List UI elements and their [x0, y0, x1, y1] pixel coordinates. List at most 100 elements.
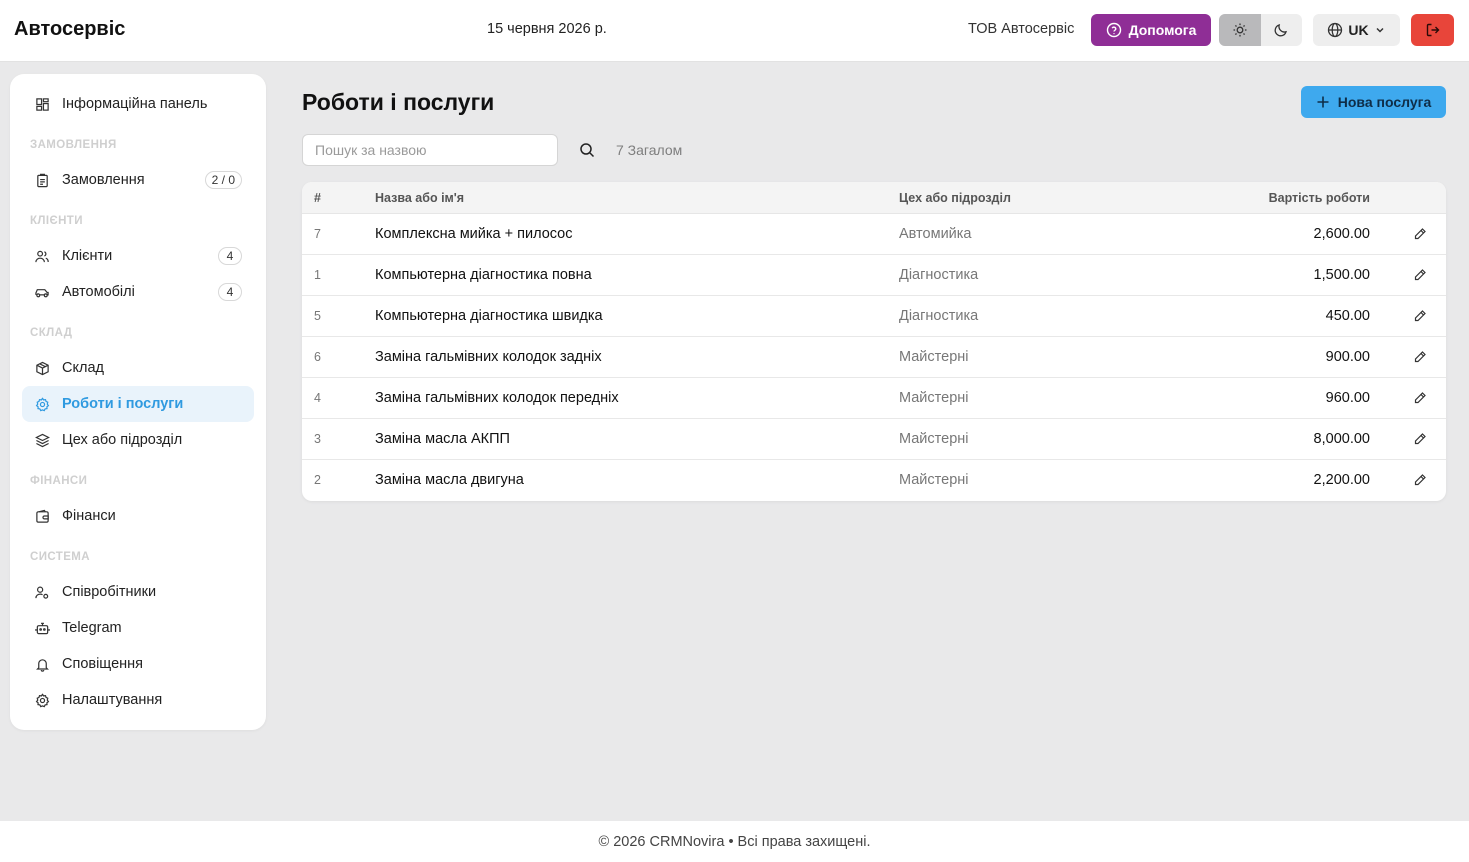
sidebar-item-label: Склад: [62, 360, 104, 376]
row-price: 2,200.00: [1313, 472, 1370, 488]
bell-icon: [34, 656, 50, 672]
row-department: Майстерні: [899, 349, 969, 365]
sidebar-item-notifications[interactable]: Сповіщення: [22, 646, 254, 682]
sidebar-item-orders[interactable]: Замовлення 2 / 0: [22, 162, 254, 198]
globe-icon: [1328, 22, 1343, 38]
sidebar-item-label: Цех або підрозділ: [62, 432, 183, 448]
row-name: Компьютерна діагностика швидка: [375, 308, 603, 324]
row-price: 900.00: [1325, 349, 1370, 365]
row-id: 3: [314, 432, 321, 446]
sidebar-item-cars[interactable]: Автомобілі 4: [22, 274, 254, 310]
sidebar-item-label: Інформаційна панель: [62, 96, 208, 112]
row-id: 7: [314, 227, 321, 241]
sidebar-item-label: Сповіщення: [62, 656, 144, 672]
plus-icon: [1317, 96, 1329, 108]
language-label: UK: [1348, 22, 1369, 38]
sidebar-item-settings[interactable]: Налаштування: [22, 682, 254, 718]
chevron-down-icon: [1376, 27, 1384, 33]
light-theme-button[interactable]: [1219, 14, 1261, 46]
dashboard-icon: [34, 96, 50, 112]
row-price: 1,500.00: [1313, 267, 1370, 283]
column-header-id[interactable]: #: [314, 191, 321, 205]
search-icon[interactable]: [579, 142, 595, 158]
layers-icon: [34, 432, 50, 448]
column-header-department[interactable]: Цех або підрозділ: [899, 191, 1011, 205]
bot-icon: [34, 620, 50, 636]
row-id: 6: [314, 350, 321, 364]
section-label-system: СИСТЕМА: [30, 551, 90, 563]
row-department: Майстерні: [899, 390, 969, 406]
edit-pencil-icon[interactable]: [1412, 267, 1428, 283]
cars-count-badge: 4: [218, 283, 242, 301]
row-department: Автомийка: [899, 226, 972, 242]
row-id: 4: [314, 391, 321, 405]
box-icon: [34, 360, 50, 376]
sidebar-item-warehouse[interactable]: Склад: [22, 350, 254, 386]
table-row[interactable]: 6 Заміна гальмівних колодок задніх Майстер…: [302, 337, 1446, 378]
edit-pencil-icon[interactable]: [1412, 226, 1428, 242]
edit-pencil-icon[interactable]: [1412, 431, 1428, 447]
sidebar-item-departments[interactable]: Цех або підрозділ: [22, 422, 254, 458]
sidebar-item-label: Фінанси: [62, 508, 116, 524]
sidebar-item-label: Замовлення: [62, 172, 145, 188]
sidebar-item-telegram[interactable]: Telegram: [22, 610, 254, 646]
column-header-price[interactable]: Вартість роботи: [1269, 191, 1370, 205]
sun-icon: [1233, 23, 1247, 37]
row-name: Компьютерна діагностика повна: [375, 267, 592, 283]
table-row[interactable]: 3 Заміна масла АКПП Майстерні 8,000.00: [302, 419, 1446, 460]
car-icon: [34, 284, 50, 300]
row-department: Діагностика: [899, 267, 979, 283]
sidebar-item-label: Налаштування: [62, 692, 163, 708]
sidebar-item-dashboard[interactable]: Інформаційна панель: [22, 86, 254, 122]
dark-theme-button[interactable]: [1261, 14, 1303, 46]
row-name: Заміна гальмівних колодок задніх: [375, 349, 602, 365]
edit-pencil-icon[interactable]: [1412, 390, 1428, 406]
new-service-button[interactable]: Нова послуга: [1301, 86, 1446, 118]
sidebar-item-label: Співробітники: [62, 584, 157, 600]
sidebar-item-finance[interactable]: Фінанси: [22, 498, 254, 534]
new-service-label: Нова послуга: [1337, 94, 1432, 110]
sidebar-item-services[interactable]: Роботи і послуги: [22, 386, 254, 422]
sidebar: Інформаційна панель ЗАМОВЛЕННЯ Замовленн…: [10, 74, 266, 730]
edit-pencil-icon[interactable]: [1412, 472, 1428, 488]
help-icon: [1106, 22, 1121, 38]
brand-title[interactable]: Автосервіс: [14, 18, 125, 41]
users-icon: [34, 248, 50, 264]
clipboard-icon: [34, 172, 50, 188]
table-row[interactable]: 2 Заміна масла двигуна Майстерні 2,200.00: [302, 460, 1446, 501]
row-name: Заміна масла двигуна: [375, 472, 524, 488]
language-selector[interactable]: UK: [1313, 14, 1400, 46]
edit-pencil-icon[interactable]: [1412, 308, 1428, 324]
help-button[interactable]: Допомога: [1091, 14, 1211, 46]
help-label: Допомога: [1128, 22, 1197, 38]
services-table: # Назва або ім'я Цех або підрозділ Варті…: [302, 182, 1446, 501]
row-department: Діагностика: [899, 308, 979, 324]
edit-pencil-icon[interactable]: [1412, 349, 1428, 365]
gear-icon: [34, 396, 50, 412]
section-label-warehouse: СКЛАД: [30, 327, 73, 339]
settings-icon: [34, 692, 50, 708]
footer: © 2026 CRMNovira • Всі права захищені.: [0, 821, 1469, 862]
table-header: # Назва або ім'я Цех або підрозділ Варті…: [302, 182, 1446, 214]
column-header-name[interactable]: Назва або ім'я: [375, 191, 464, 205]
section-label-orders: ЗАМОВЛЕННЯ: [30, 139, 117, 151]
moon-icon: [1274, 24, 1288, 37]
table-row[interactable]: 5 Компьютерна діагностика швидка Діагности…: [302, 296, 1446, 337]
wallet-icon: [34, 508, 50, 524]
user-cog-icon: [34, 584, 50, 600]
sidebar-item-clients[interactable]: Клієнти 4: [22, 238, 254, 274]
table-row[interactable]: 4 Заміна гальмівних колодок передніх Майст…: [302, 378, 1446, 419]
row-department: Майстерні: [899, 431, 969, 447]
total-count: 7 Загалом: [616, 142, 683, 158]
sidebar-item-employees[interactable]: Співробітники: [22, 574, 254, 610]
logout-button[interactable]: [1411, 14, 1454, 46]
theme-switcher: [1219, 14, 1302, 46]
orders-count-badge: 2 / 0: [204, 171, 242, 189]
search-input[interactable]: [302, 134, 558, 166]
row-id: 1: [314, 268, 321, 282]
table-row[interactable]: 7 Комплексна мийка + пилосос Автомийка 2,60…: [302, 214, 1446, 255]
table-row[interactable]: 1 Компьютерна діагностика повна Діагностик…: [302, 255, 1446, 296]
section-label-clients: КЛІЄНТИ: [30, 215, 83, 227]
footer-copyright: © 2026 CRMNovira • Всі права захищені.: [598, 833, 871, 850]
row-name: Заміна масла АКПП: [375, 431, 510, 447]
